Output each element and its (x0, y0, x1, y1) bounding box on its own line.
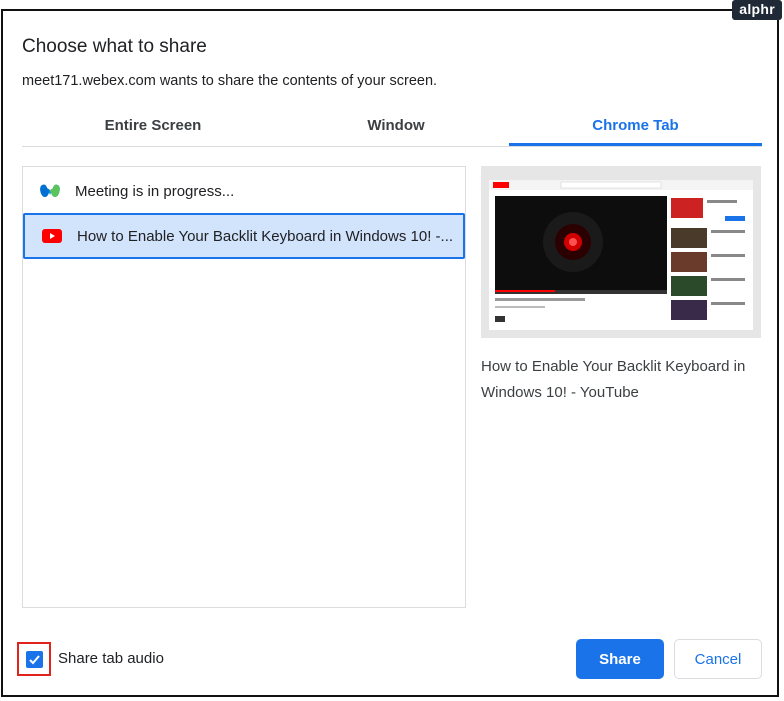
preview-title: How to Enable Your Backlit Keyboard in W… (481, 358, 746, 401)
list-item-label: How to Enable Your Backlit Keyboard in W… (77, 227, 454, 245)
tab-window[interactable]: Window (284, 112, 508, 146)
list-item-selected[interactable]: How to Enable Your Backlit Keyboard in W… (23, 213, 465, 259)
checkbox-icon[interactable] (25, 650, 43, 668)
dialog-title: Choose what to share (22, 36, 207, 57)
share-audio-checkbox-highlight[interactable] (17, 642, 51, 676)
alphr-watermark-logo: alphr (732, 0, 782, 20)
dialog-subtitle: meet171.webex.com wants to share the con… (22, 73, 438, 89)
tab-chrome-tab[interactable]: Chrome Tab (509, 112, 762, 146)
cancel-button[interactable]: Cancel (674, 639, 762, 679)
share-source-tabs: Entire Screen Window Chrome Tab (22, 112, 762, 147)
list-item[interactable]: Meeting is in progress... (23, 168, 465, 214)
tab-list: Meeting is in progress... How to Enable … (22, 166, 466, 608)
tab-preview-thumbnail (481, 166, 761, 338)
list-item-label: Meeting is in progress... (75, 182, 235, 200)
youtube-icon (41, 225, 63, 247)
share-button[interactable]: Share (576, 639, 664, 679)
tab-entire-screen[interactable]: Entire Screen (22, 112, 284, 146)
share-audio-label: Share tab audio (58, 650, 164, 667)
webex-icon (39, 180, 61, 202)
